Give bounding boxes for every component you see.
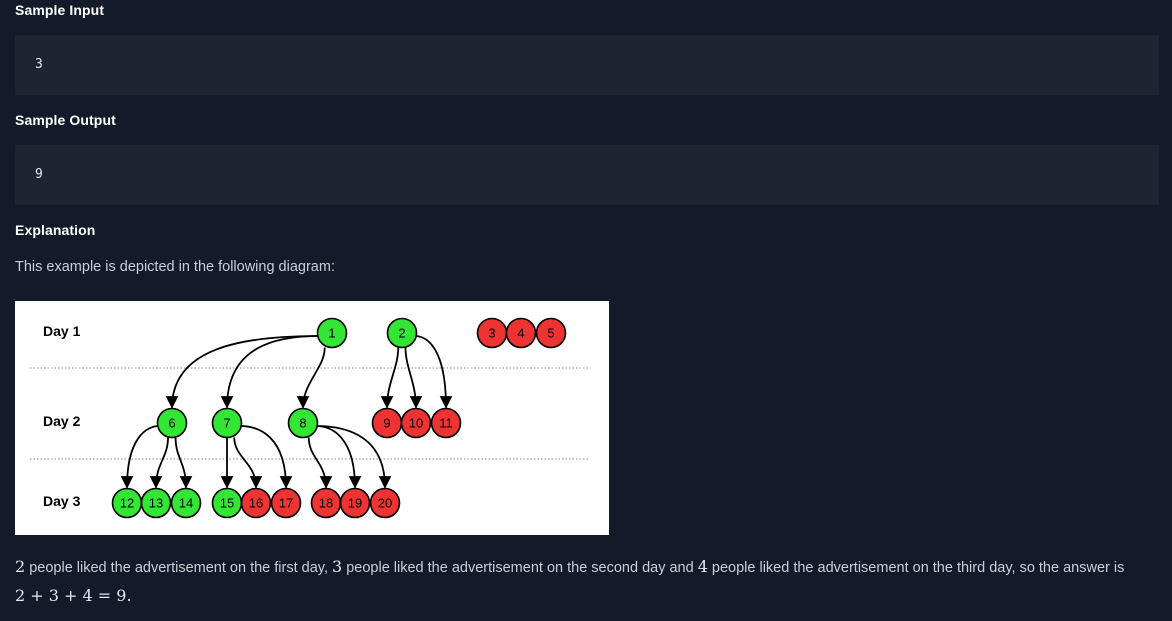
answer-text-2: people liked the advertisement on the se…	[342, 560, 698, 576]
day-label-1: Day 1	[43, 323, 81, 339]
sample-output-value: 9	[35, 167, 43, 182]
explanation-answer: 2 people liked the advertisement on the …	[15, 553, 1165, 611]
node-label-5: 5	[547, 326, 554, 341]
edge-7-17	[240, 425, 293, 489]
node-label-15: 15	[220, 496, 234, 511]
node-label-14: 14	[179, 496, 193, 511]
node-label-3: 3	[488, 326, 495, 341]
node-label-16: 16	[249, 496, 263, 511]
sample-input-heading: Sample Input	[15, 2, 105, 18]
node-label-1: 1	[328, 326, 335, 341]
node-label-12: 12	[120, 496, 134, 511]
answer-equation: 2 + 3 + 4 = 9.	[15, 586, 132, 605]
sample-input-value: 3	[35, 57, 43, 72]
answer-num-1: 2	[15, 557, 26, 576]
edge-8-19	[316, 425, 362, 489]
node-label-8: 8	[299, 416, 306, 431]
node-label-2: 2	[398, 326, 405, 341]
sample-output-box: 9	[15, 145, 1159, 205]
advertisement-diagram: Day 1 Day 2 Day 3 1 2 3 4 5 6 7 8 9 10 11 12 13 14 15 16 1…	[15, 301, 609, 535]
node-label-6: 6	[168, 416, 175, 431]
answer-text-3: people liked the advertisement on the th…	[707, 560, 1125, 576]
node-label-9: 9	[383, 416, 390, 431]
node-label-17: 17	[279, 496, 293, 511]
day-label-3: Day 3	[43, 493, 81, 509]
node-label-18: 18	[319, 496, 333, 511]
edge-8-18	[307, 437, 333, 489]
edge-2-11	[414, 335, 453, 409]
node-label-13: 13	[149, 496, 163, 511]
answer-num-2: 3	[332, 557, 343, 576]
edge-2-9	[380, 347, 400, 409]
node-label-10: 10	[409, 416, 423, 431]
edge-1-8	[296, 347, 326, 409]
edge-6-13	[149, 437, 169, 489]
edge-2-10	[404, 347, 423, 409]
answer-text-1: people liked the advertisement on the fi…	[25, 560, 333, 576]
problem-statement: Sample Input 3 Sample Output 9 Explanati…	[0, 0, 1172, 621]
edge-7-16	[233, 437, 263, 489]
edge-6-14	[174, 437, 193, 489]
answer-num-3: 4	[697, 557, 708, 576]
node-label-20: 20	[378, 496, 392, 511]
explanation-intro: This example is depicted in the followin…	[15, 259, 335, 275]
edge-6-12	[120, 425, 160, 489]
node-label-19: 19	[348, 496, 362, 511]
day-label-2: Day 2	[43, 413, 81, 429]
sample-input-box: 3	[15, 35, 1159, 95]
node-label-4: 4	[517, 326, 524, 341]
sample-output-heading: Sample Output	[15, 112, 116, 128]
edge-1-6	[165, 335, 319, 409]
diagram-svg: Day 1Day 2Day 3 1 2 3 4 56 7 8 9 10 1112 13 14 15 16 1…	[30, 317, 590, 519]
node-label-7: 7	[223, 416, 230, 431]
explanation-heading: Explanation	[15, 222, 96, 238]
node-label-11: 11	[439, 416, 453, 431]
